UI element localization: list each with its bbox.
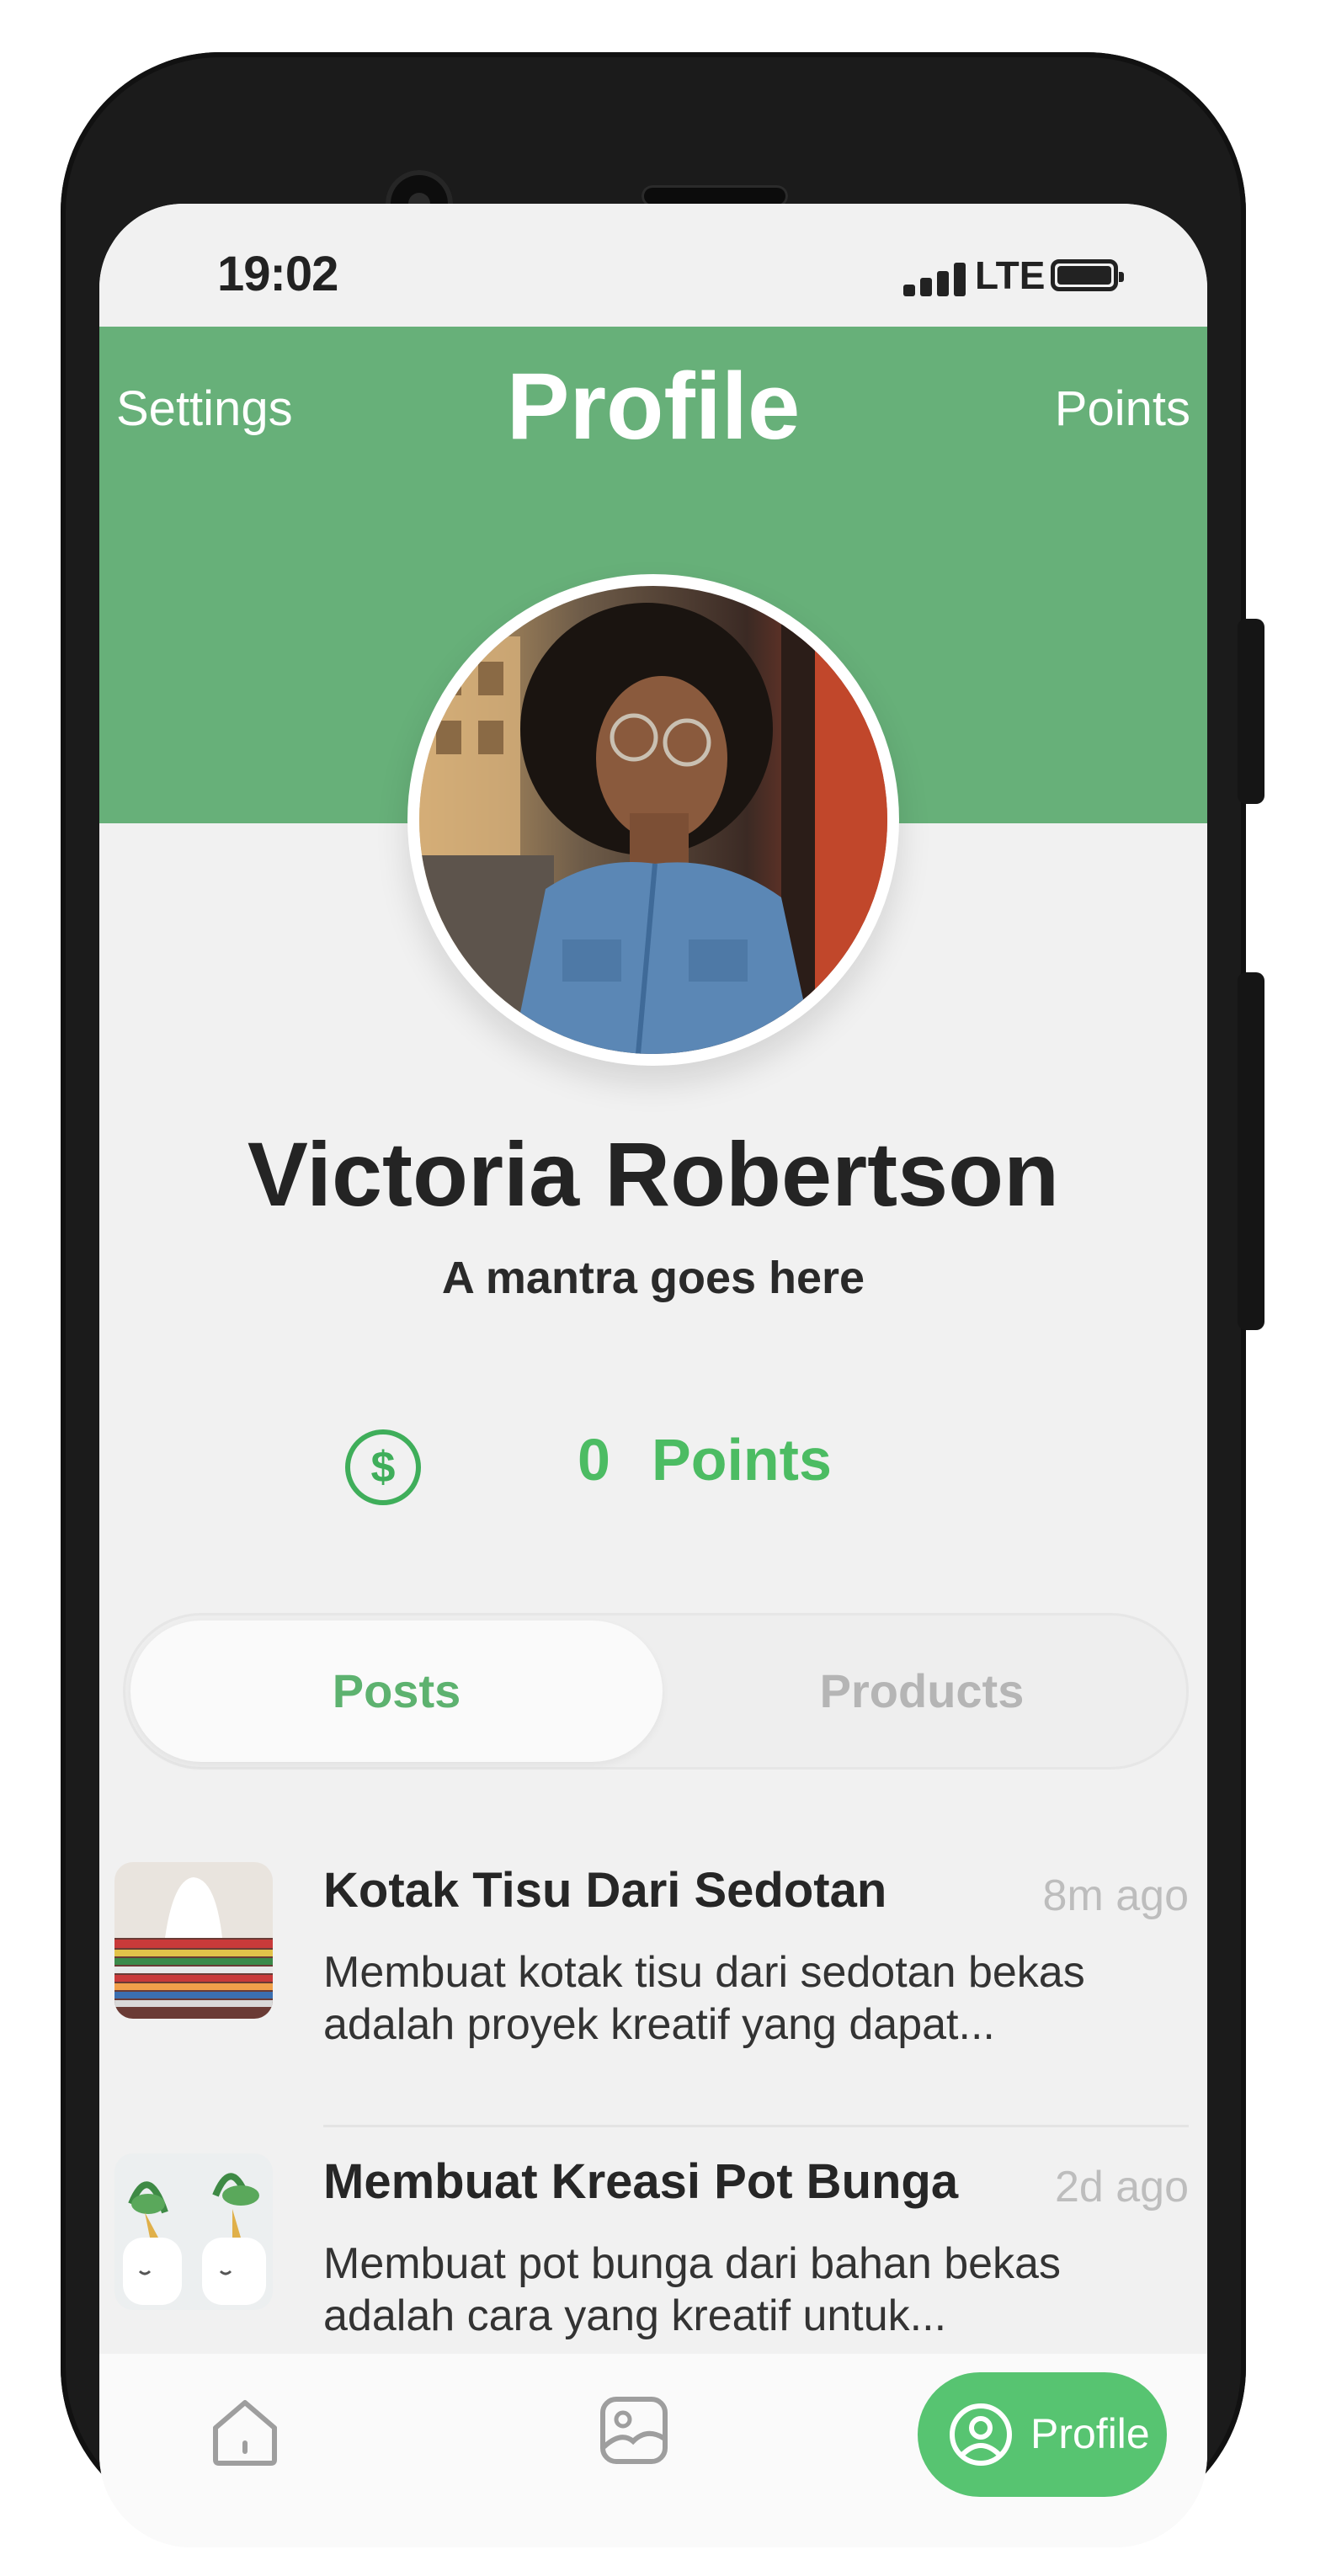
content-tabs: Posts Products [123,1613,1189,1770]
user-circle-icon [948,2402,1014,2467]
post-title: Kotak Tisu Dari Sedotan [323,1863,887,1918]
list-item[interactable]: Kotak Tisu Dari Sedotan 8m ago Membuat k… [99,1862,1207,2115]
nav-profile-label: Profile [1030,2410,1150,2457]
status-bar: 19:02 LTE [99,204,1207,327]
post-description-line: Membuat pot bunga dari bahan bekas [323,2239,1061,2288]
points-link[interactable]: Points [1055,381,1190,437]
post-description: Membuat pot bunga dari bahan bekas adala… [323,2238,1182,2342]
side-button-volume [1238,972,1264,1330]
page-title: Profile [506,354,801,459]
post-description-line: Membuat kotak tisu dari sedotan bekas [323,1948,1085,1997]
image-icon[interactable] [598,2394,670,2467]
post-time: 2d ago [1054,2163,1189,2211]
home-icon[interactable] [209,2396,281,2468]
post-title: Membuat Kreasi Pot Bunga [323,2154,959,2209]
points-summary: $ 0 Points [99,1408,1207,1534]
network-type: LTE [975,253,1046,297]
dollar-circle-icon: $ [345,1429,421,1505]
post-thumbnail [114,2153,273,2310]
tab-products[interactable]: Products [664,1621,1179,1762]
points-value: 0 [578,1427,610,1493]
post-thumbnail [114,1862,273,2019]
status-time: 19:02 [217,247,338,301]
points-label: Points [652,1427,832,1493]
post-description-line: adalah proyek kreatif yang dapat... [323,2000,995,2049]
profile-mantra: A mantra goes here [441,1253,865,1303]
profile-name: Victoria Robertson [247,1123,1060,1225]
app-screen: 19:02 LTE Settings Profile Points Victor… [99,204,1207,2547]
nav-profile-button[interactable]: Profile [918,2372,1167,2497]
side-button-power [1238,619,1264,804]
avatar[interactable] [407,574,899,1066]
post-description: Membuat kotak tisu dari sedotan bekas ad… [323,1946,1182,2051]
signal-icon [903,263,967,296]
avatar-photo [419,586,887,1054]
tab-posts[interactable]: Posts [130,1621,663,1762]
bottom-navigation: Profile [99,2354,1207,2547]
post-description-line: adalah cara yang kreatif untuk... [323,2291,947,2340]
list-divider [323,2125,1189,2127]
post-time: 8m ago [1042,1871,1189,1920]
battery-icon [1051,259,1124,291]
